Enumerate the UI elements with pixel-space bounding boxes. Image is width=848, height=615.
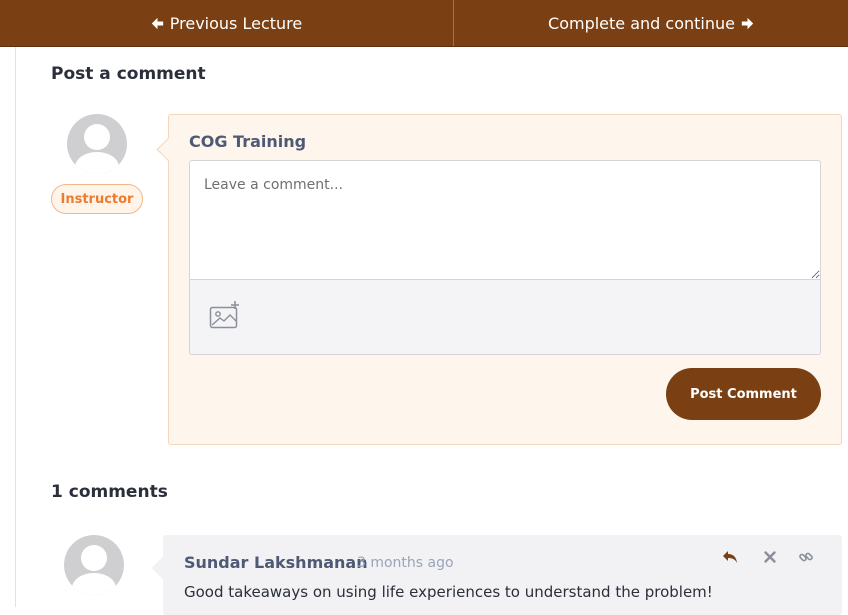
- reply-icon[interactable]: [722, 549, 738, 565]
- comment-input[interactable]: [189, 160, 821, 280]
- complete-and-continue-button[interactable]: Complete and continue: [454, 0, 848, 46]
- link-icon[interactable]: [798, 549, 814, 565]
- comments-count-heading: 1 comments: [51, 482, 168, 502]
- arrow-right-icon: [741, 17, 754, 29]
- comment-author: Sundar Lakshmanan: [184, 553, 368, 572]
- lecture-navigation: Previous Lecture Complete and continue: [0, 0, 848, 47]
- complete-and-continue-label: Complete and continue: [548, 13, 735, 33]
- add-image-icon[interactable]: [209, 300, 241, 330]
- post-comment-heading: Post a comment: [51, 64, 206, 84]
- avatar: [64, 535, 124, 595]
- content-left-border: [15, 47, 16, 607]
- post-comment-form: COG Training Post Comment: [168, 114, 842, 445]
- comment-item: Sundar Lakshmanan 3 months ago Good take…: [163, 535, 842, 615]
- post-comment-button[interactable]: Post Comment: [666, 368, 821, 420]
- previous-lecture-button[interactable]: Previous Lecture: [0, 0, 454, 46]
- previous-lecture-label: Previous Lecture: [169, 13, 303, 33]
- delete-icon[interactable]: [762, 549, 778, 565]
- instructor-badge: Instructor: [51, 184, 143, 214]
- avatar: [67, 114, 127, 174]
- attachment-bar: [189, 279, 821, 355]
- current-user-name: COG Training: [189, 132, 307, 151]
- comment-timestamp: 3 months ago: [357, 555, 454, 571]
- arrow-left-icon: [151, 17, 163, 29]
- comment-text: Good takeaways on using life experiences…: [184, 583, 713, 601]
